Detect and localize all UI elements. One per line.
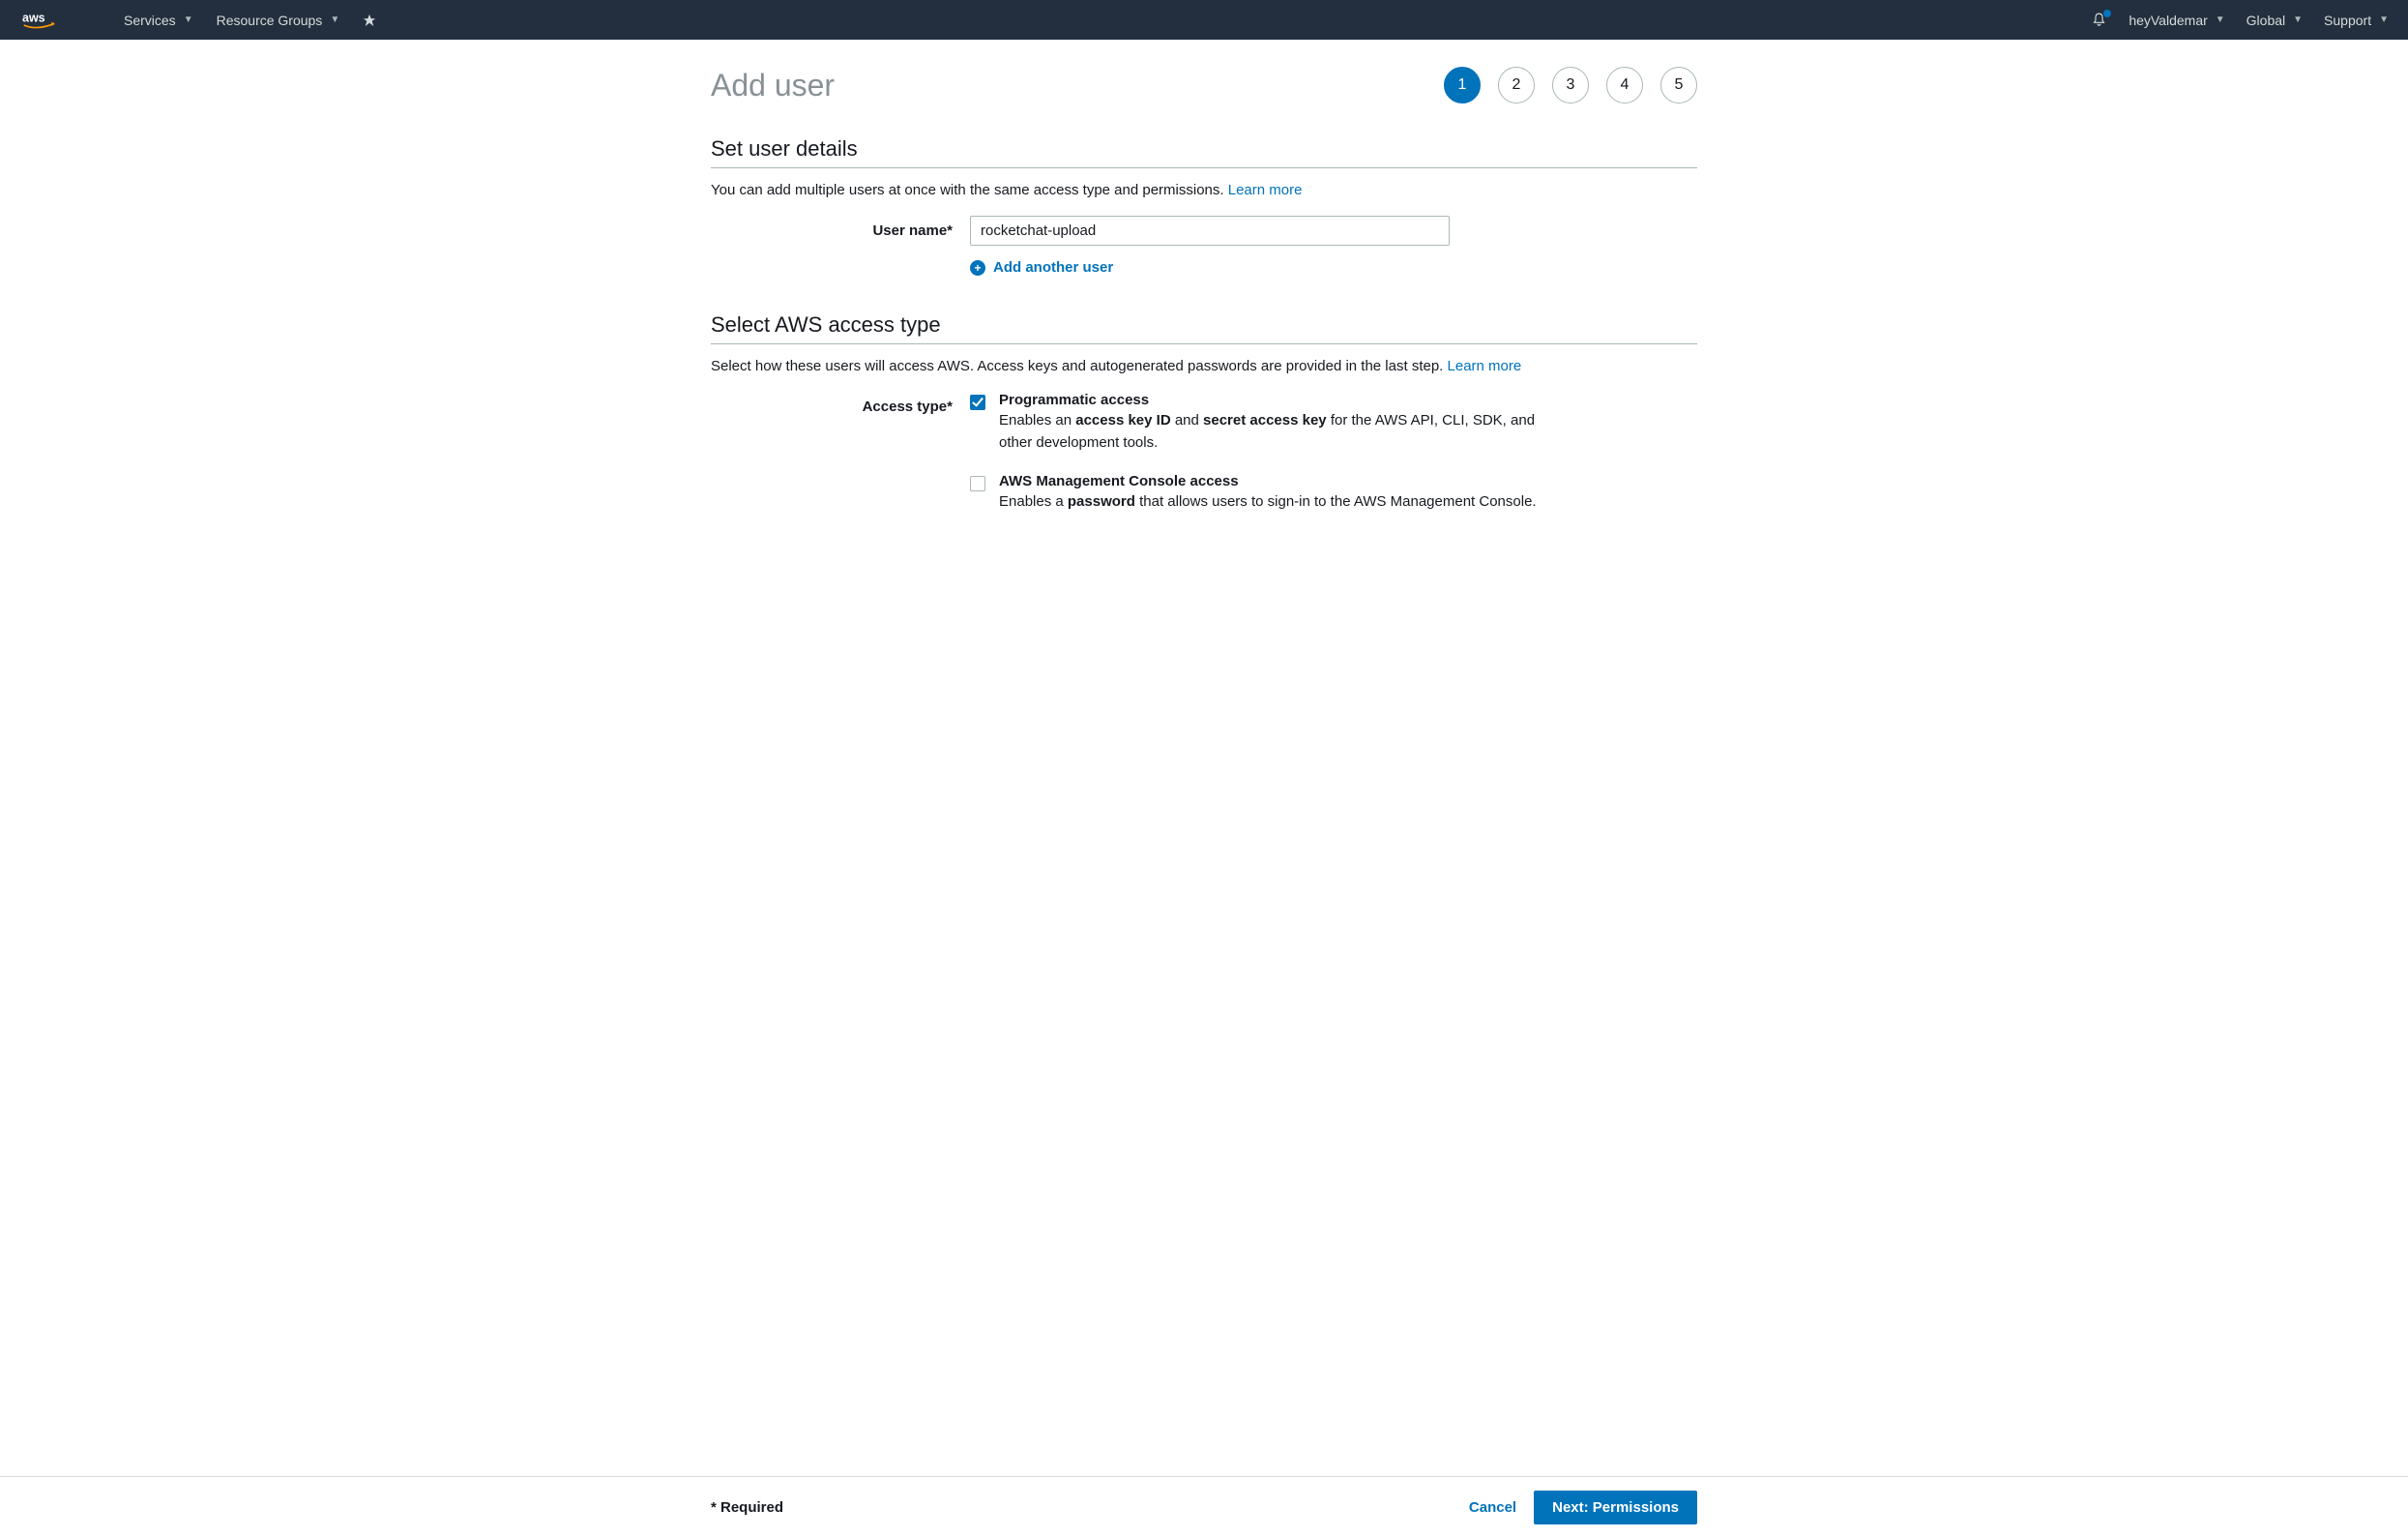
- nav-support[interactable]: Support ▼: [2324, 0, 2389, 40]
- username-row: User name* + Add another user: [711, 216, 1697, 276]
- learn-more-link[interactable]: Learn more: [1228, 182, 1303, 198]
- add-another-user-label: Add another user: [993, 259, 1113, 276]
- plus-circle-icon: +: [970, 260, 985, 276]
- section-user-details: Set user details You can add multiple us…: [711, 136, 1697, 276]
- section-access-type: Select AWS access type Select how these …: [711, 312, 1697, 533]
- section-user-details-desc: You can add multiple users at once with …: [711, 182, 1697, 198]
- nav-region[interactable]: Global ▼: [2246, 0, 2303, 40]
- chevron-down-icon: ▼: [184, 15, 193, 25]
- chevron-down-icon: ▼: [2379, 15, 2389, 25]
- console-title: AWS Management Console access: [999, 473, 1537, 489]
- svg-text:aws: aws: [22, 11, 45, 24]
- access-type-label: Access type*: [711, 392, 970, 415]
- chevron-down-icon: ▼: [330, 15, 339, 25]
- nav-account-label: heyValdemar: [2129, 13, 2207, 28]
- nav-services[interactable]: Services ▼: [112, 0, 205, 40]
- nav-support-label: Support: [2324, 13, 2371, 28]
- programmatic-checkbox[interactable]: [970, 395, 985, 410]
- notifications-icon[interactable]: [2091, 12, 2107, 28]
- aws-logo[interactable]: aws: [19, 11, 73, 30]
- learn-more-link[interactable]: Learn more: [1448, 358, 1522, 374]
- top-nav: aws Services ▼ Resource Groups ▼ heyVald…: [0, 0, 2408, 40]
- step-1[interactable]: 1: [1444, 67, 1481, 104]
- console-checkbox[interactable]: [970, 476, 985, 491]
- step-4[interactable]: 4: [1606, 67, 1643, 104]
- step-3[interactable]: 3: [1552, 67, 1589, 104]
- section-user-details-desc-text: You can add multiple users at once with …: [711, 182, 1228, 198]
- page-title: Add user: [711, 68, 835, 104]
- nav-region-label: Global: [2246, 13, 2285, 28]
- wizard-steps: 1 2 3 4 5: [1444, 67, 1697, 104]
- next-permissions-button[interactable]: Next: Permissions: [1534, 1491, 1697, 1524]
- section-access-type-desc: Select how these users will access AWS. …: [711, 358, 1697, 374]
- nav-services-label: Services: [124, 13, 176, 28]
- add-another-user-button[interactable]: + Add another user: [970, 259, 1697, 276]
- section-user-details-heading: Set user details: [711, 136, 1697, 168]
- footer-bar: * Required Cancel Next: Permissions: [0, 1476, 2408, 1538]
- chevron-down-icon: ▼: [2293, 15, 2303, 25]
- cancel-button[interactable]: Cancel: [1469, 1499, 1516, 1516]
- programmatic-desc: Enables an access key ID and secret acce…: [999, 410, 1560, 454]
- option-console: AWS Management Console access Enables a …: [970, 473, 1697, 514]
- console-desc: Enables a password that allows users to …: [999, 491, 1537, 514]
- username-input[interactable]: [970, 216, 1450, 246]
- nav-resource-groups-label: Resource Groups: [217, 13, 323, 28]
- pin-icon[interactable]: [351, 0, 388, 40]
- chevron-down-icon: ▼: [2216, 15, 2225, 25]
- step-5[interactable]: 5: [1660, 67, 1697, 104]
- notification-dot-icon: [2103, 10, 2111, 17]
- nav-account[interactable]: heyValdemar ▼: [2129, 0, 2224, 40]
- section-access-type-desc-text: Select how these users will access AWS. …: [711, 358, 1448, 374]
- section-access-type-heading: Select AWS access type: [711, 312, 1697, 344]
- required-note: * Required: [711, 1499, 783, 1516]
- page-header: Add user 1 2 3 4 5: [711, 67, 1697, 104]
- username-label: User name*: [711, 216, 970, 239]
- option-programmatic: Programmatic access Enables an access ke…: [970, 392, 1697, 454]
- step-2[interactable]: 2: [1498, 67, 1535, 104]
- programmatic-title: Programmatic access: [999, 392, 1560, 408]
- nav-resource-groups[interactable]: Resource Groups ▼: [205, 0, 352, 40]
- access-type-row: Access type* Programmatic access Enables…: [711, 392, 1697, 533]
